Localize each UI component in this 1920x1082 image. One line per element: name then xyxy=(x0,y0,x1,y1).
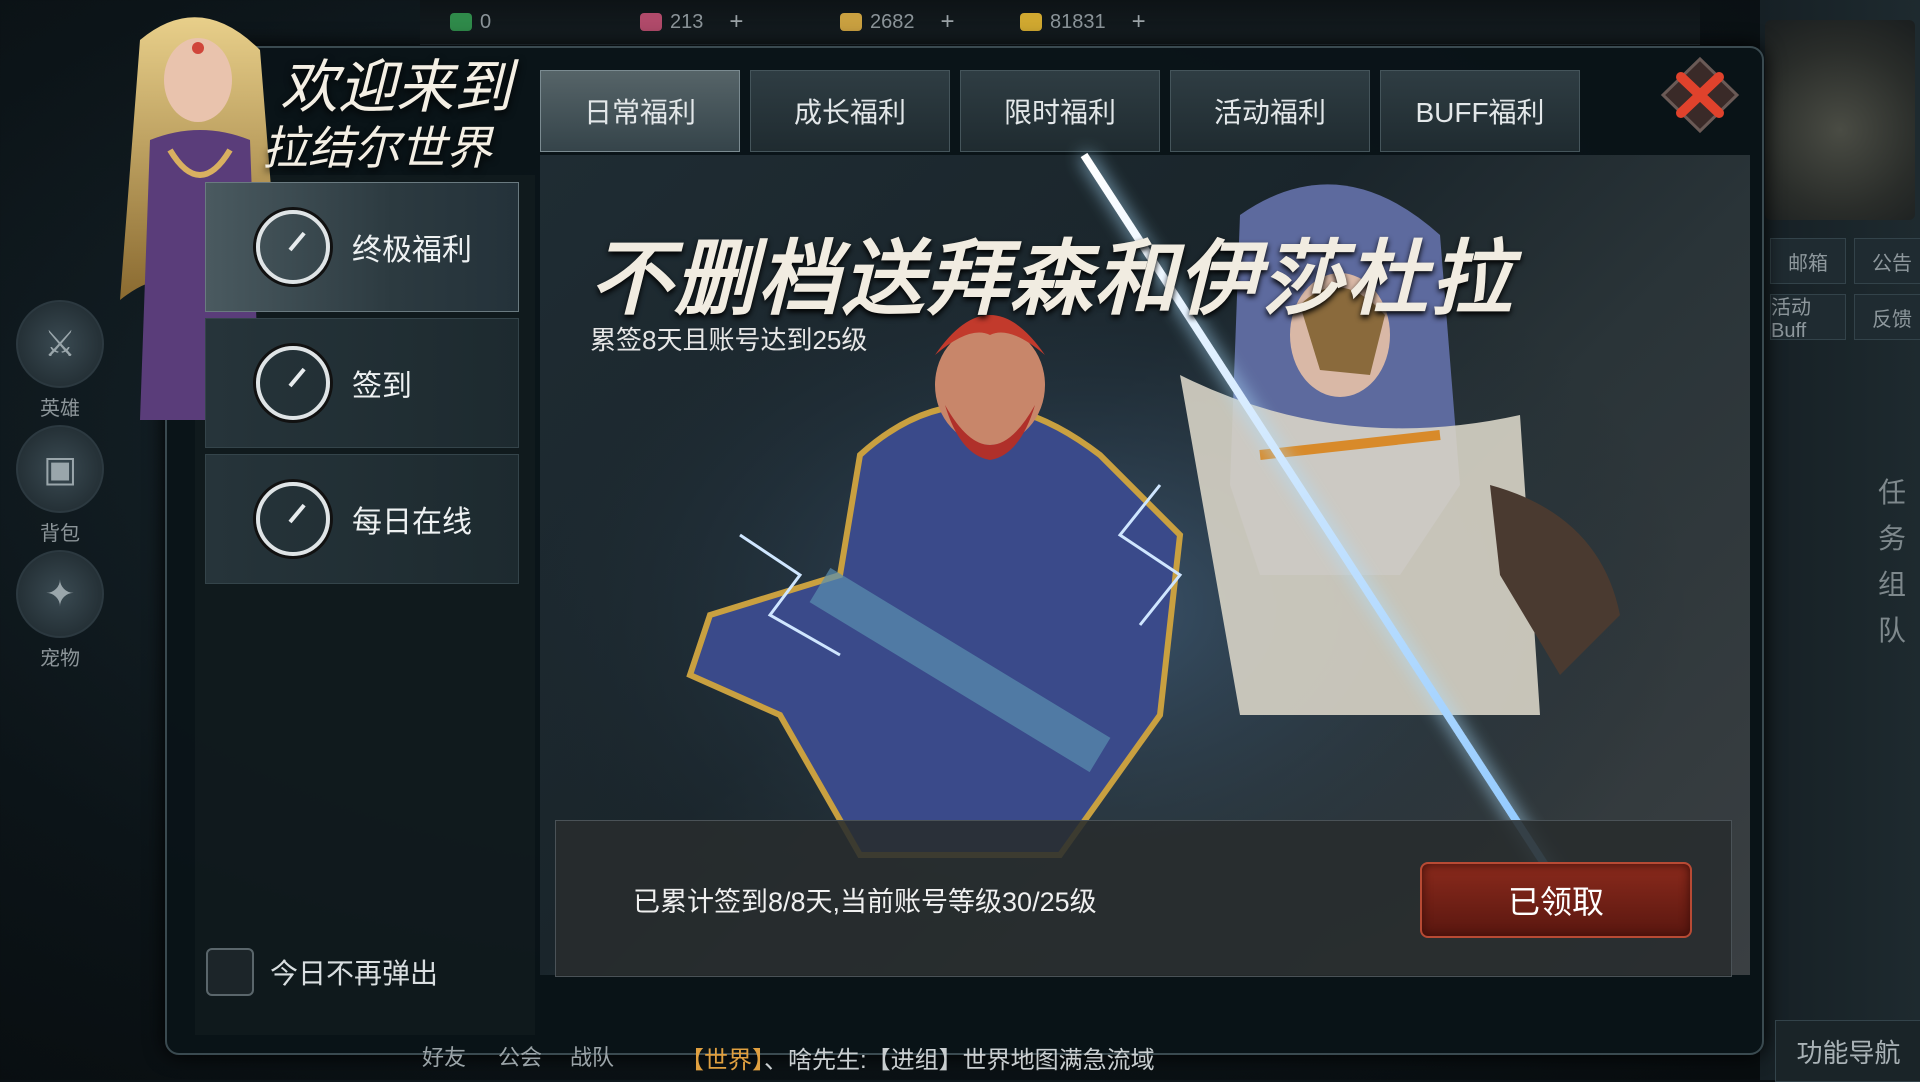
gold-bar-icon xyxy=(840,13,862,31)
bag-icon: ▣ xyxy=(16,425,104,513)
guild-button[interactable]: 公会 xyxy=(498,1040,542,1072)
world-chat-line[interactable]: 【世界】、啥先生:【进组】世界地图满急流域 xyxy=(680,1040,1155,1075)
pet-paw-icon: ✦ xyxy=(16,550,104,638)
close-icon xyxy=(1660,56,1740,134)
dial-icon xyxy=(256,482,330,556)
bag-menu[interactable]: ▣ 背包 xyxy=(12,425,108,546)
mail-button[interactable]: 邮箱 xyxy=(1770,238,1846,284)
resource-1: 0 xyxy=(450,10,491,34)
task-team-side-tab[interactable]: 任务组队 xyxy=(1870,470,1914,654)
tab-limited-welfare[interactable]: 限时福利 xyxy=(960,70,1160,152)
welcome-title-line2: 拉结尔世界 xyxy=(262,122,492,174)
add-resource-icon[interactable]: + xyxy=(941,8,955,36)
dont-show-today-checkbox[interactable] xyxy=(206,948,254,996)
dial-icon xyxy=(256,210,330,284)
add-resource-icon[interactable]: + xyxy=(1132,8,1146,36)
coin-icon xyxy=(1020,13,1042,31)
menu-item-ultimate-welfare[interactable]: 终极福利 xyxy=(205,182,519,312)
crystal-icon xyxy=(640,13,662,31)
minimap[interactable] xyxy=(1765,20,1915,220)
resource-4: 81831 + xyxy=(1020,8,1146,36)
banner-condition: 累签8天且账号达到25级 xyxy=(590,325,868,355)
tab-daily-welfare[interactable]: 日常福利 xyxy=(540,70,740,152)
activity-buff-button[interactable]: 活动Buff xyxy=(1770,294,1846,342)
menu-item-sign-in[interactable]: 签到 xyxy=(205,318,519,448)
chat-message: 、啥先生:【进组】世界地图满急流域 xyxy=(764,1047,1155,1074)
function-navigation-button[interactable]: 功能导航 xyxy=(1775,1020,1920,1082)
resource-bar: 0 213 + 2682 + 81831 + xyxy=(420,0,1700,45)
resource-3: 2682 + xyxy=(840,8,955,36)
sign-in-progress-text: 已累计签到8/8天,当前账号等级30/25级 xyxy=(633,887,1097,917)
menu-item-daily-online[interactable]: 每日在线 xyxy=(205,454,519,584)
tab-event-welfare[interactable]: 活动福利 xyxy=(1170,70,1370,152)
pet-menu[interactable]: ✦ 宠物 xyxy=(12,550,108,671)
team-button[interactable]: 战队 xyxy=(570,1040,614,1072)
close-button[interactable] xyxy=(1655,55,1745,135)
tab-growth-welfare[interactable]: 成长福利 xyxy=(750,70,950,152)
hero-icon: ⚔ xyxy=(16,300,104,388)
banner-headline: 不删档送拜森和伊莎杜拉 xyxy=(590,234,1514,325)
hero-menu[interactable]: ⚔ 英雄 xyxy=(12,300,108,421)
dial-icon xyxy=(256,346,330,420)
gem-icon xyxy=(450,13,472,31)
chat-channel: 【世界】 xyxy=(680,1047,764,1074)
claimed-button[interactable]: 已领取 xyxy=(1420,862,1692,938)
feedback-button[interactable]: 反馈 xyxy=(1854,294,1920,340)
dont-show-today-label: 今日不再弹出 xyxy=(270,958,439,989)
right-button-grid: 邮箱 公告 活动Buff 反馈 xyxy=(1770,238,1920,342)
friends-button[interactable]: 好友 xyxy=(422,1040,466,1072)
tab-buff-welfare[interactable]: BUFF福利 xyxy=(1380,70,1580,152)
add-resource-icon[interactable]: + xyxy=(729,8,743,36)
resource-2: 213 + xyxy=(640,8,743,36)
announcement-button[interactable]: 公告 xyxy=(1854,238,1920,284)
